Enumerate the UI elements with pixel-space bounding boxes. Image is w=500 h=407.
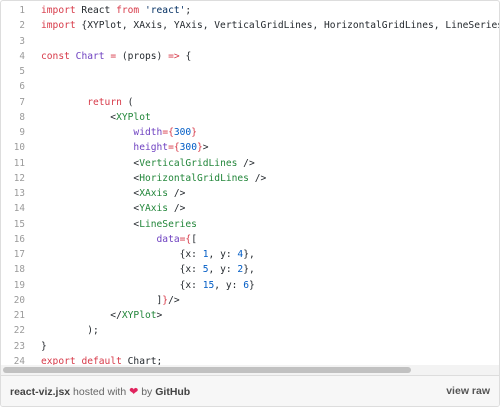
code-token: {XYPlot, XAxis, YAxis, VerticalGridLines… [75,20,499,32]
code-token: [ [191,233,197,245]
code-token: export [41,355,76,365]
code-token: React [75,5,117,16]
code-token: /> [168,203,186,215]
code-token: > [202,142,209,154]
code-token: XYPlot [121,310,157,321]
by-text: by [138,386,156,398]
code-token: < [41,203,140,215]
code-token: (props) [116,50,169,62]
gist-embed: 1 import React from 'react'; 2 import {XYPl… [0,0,500,407]
code-token: , y: [208,249,238,260]
code-token: YAxis [139,203,169,215]
code-token: , y: [208,264,238,276]
code-token: from [116,5,140,16]
code-token: HorizontalGridLines [139,172,249,184]
code-token: ; [185,5,192,16]
code-token: }, [243,249,255,260]
code-token: }, [243,264,255,276]
code-token: < [41,188,140,199]
file-name-link[interactable]: react-viz.jsx [10,386,70,398]
code-token: 15 [202,279,215,291]
code-token: {x: [41,249,203,260]
horizontal-scrollbar[interactable] [1,365,499,375]
code-token: height [133,142,169,154]
code-token: 300 [173,127,192,138]
code-token: Chart; [121,355,163,365]
code-token: /> [168,294,180,306]
code-token: LineSeries [139,218,197,230]
code-token: {x: [41,264,203,276]
code-token: data [156,233,180,245]
code-token: } [41,340,47,352]
code-token: ); [41,325,99,337]
code-token: default [81,355,122,365]
code-view: 1 import React from 'react'; 2 import {XYPl… [1,1,499,365]
code-token: </ [41,310,122,321]
code-token: } [191,127,197,138]
hosted-with-text: hosted with [70,386,130,398]
gist-footer: react-viz.jsx hosted with ❤ by GitHub vi… [1,375,499,406]
code-text: import {XYPlot, XAxis, YAxis, VerticalGr… [41,17,499,35]
code-text: export default Chart; [41,353,162,365]
code-token: return [87,96,122,108]
code-token: const [41,50,70,62]
code-token: import [41,20,76,32]
scrollbar-thumb[interactable] [3,367,411,373]
gist-meta: react-viz.jsx hosted with ❤ by GitHub [10,385,190,398]
code-token: XYPlot [116,111,151,123]
code-token: => [168,50,180,62]
code-token: /> [248,172,267,184]
code-token: ( [121,96,134,108]
code-token: 300 [179,142,197,154]
code-text: ); [41,322,99,340]
code-token: XAxis [139,188,169,199]
code-token: Chart [75,50,105,62]
code-token: > [156,310,163,321]
view-raw-link[interactable]: view raw [446,385,490,397]
code-text: const Chart = (props) => { [41,48,191,66]
code-token: } [248,279,255,291]
code-token: import [41,5,76,16]
code-token: < [41,111,117,123]
code-token: < [41,218,140,230]
code-token: , y: [214,279,244,291]
code-token: { [179,50,192,62]
code-token: /> [237,157,255,169]
code-token: 'react' [139,5,186,16]
code-token: ] [41,294,163,306]
code-token: < [41,157,140,169]
line-number[interactable]: 24 [1,353,25,365]
code-token: VerticalGridLines [139,157,238,169]
heart-icon: ❤ [129,386,139,398]
code-token: width [133,127,163,138]
github-link[interactable]: GitHub [155,386,190,398]
code-token: {x: [41,279,203,291]
code-token: /> [168,188,186,199]
code-token: < [41,172,140,184]
